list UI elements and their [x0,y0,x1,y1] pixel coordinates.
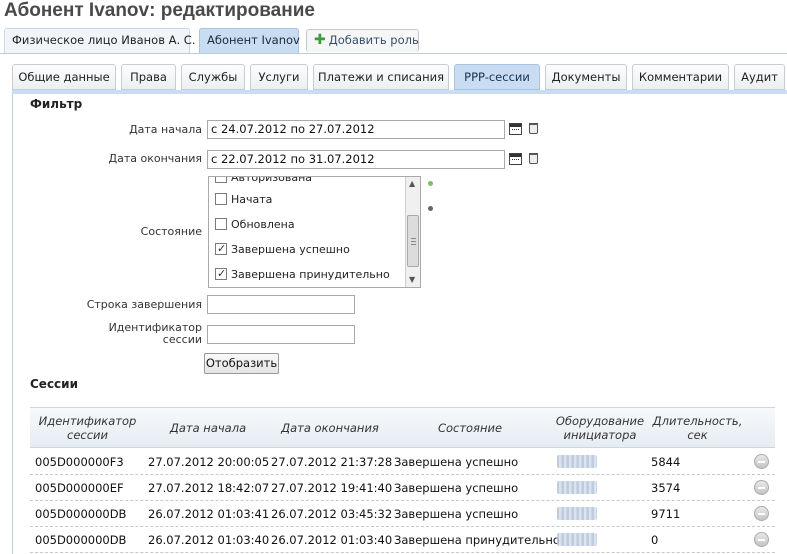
end-date-input[interactable]: с 22.07.2012 по 31.07.2012 [207,150,505,169]
tab-panel-accent [12,90,787,94]
remove-icon[interactable] [754,454,769,469]
checkbox-checked[interactable] [215,266,227,282]
state-option-finished-ok[interactable]: Завершена успешно [215,241,350,258]
tab-documents[interactable]: Документы [545,64,627,90]
scroll-thumb[interactable] [407,215,419,267]
redacted-equipment [557,533,597,546]
table-row[interactable]: 005D000000DB 26.07.2012 01:03:40 26.07.2… [30,527,775,553]
remove-icon[interactable] [754,480,769,495]
tab-subscriber[interactable]: Абонент Ivanov [199,28,300,53]
remove-icon[interactable] [754,506,769,521]
remove-icon[interactable] [754,532,769,547]
table-row[interactable]: 005D000000EF 27.07.2012 18:42:07 27.07.2… [30,475,775,501]
column-header-equipment[interactable]: Оборудование инициатора [550,414,650,442]
calendar-icon[interactable] [509,153,522,165]
tab-products[interactable]: Услуги [250,64,308,90]
clear-date-icon[interactable] [529,153,538,164]
checkbox[interactable] [215,193,227,205]
tabs-divider [0,53,787,54]
table-row[interactable]: 005D000000DB 26.07.2012 01:03:41 26.07.2… [30,501,775,527]
scroll-up-icon[interactable]: ▲ [409,179,415,188]
checkbox-checked[interactable] [215,241,227,257]
state-option-finished-forced[interactable]: Завершена принудительно [215,266,390,283]
status-dot-icon [428,206,433,211]
redacted-equipment [557,481,597,494]
state-option-authorized[interactable]: Авторизована [215,177,312,186]
status-dot-icon [428,181,433,186]
tab-physical-person[interactable]: Физическое лицо Иванов А. С. [4,28,196,53]
table-row[interactable]: 005D000000F3 27.07.2012 20:00:05 27.07.2… [30,449,775,475]
tab-general[interactable]: Общие данные [12,64,116,90]
start-date-input[interactable]: с 24.07.2012 по 27.07.2012 [207,120,505,139]
start-date-label: Дата начала [129,123,202,136]
add-role-label: Добавить роль [328,33,419,47]
redacted-equipment [557,507,597,520]
tab-rights[interactable]: Права [121,64,176,90]
state-label: Состояние [140,225,202,238]
checkbox[interactable] [215,177,227,183]
column-header-start[interactable]: Дата начала [148,421,268,435]
column-header-end[interactable]: Дата окончания [270,421,390,435]
state-list-scrollbar[interactable]: ▲ ▼ [405,177,420,287]
sessions-heading: Сессии [30,377,78,391]
tab-ppp-sessions[interactable]: PPP-сессии [454,64,540,90]
page-title: Абонент Ivanov: редактирование [4,0,315,21]
termination-label: Строка завершения [86,298,202,311]
scroll-down-icon[interactable]: ▼ [409,275,415,284]
add-role-button[interactable]: ✚ Добавить роль [306,29,419,52]
tab-payments[interactable]: Платежи и списания [313,64,449,90]
termination-input[interactable] [207,295,355,314]
column-header-session-id[interactable]: Идентификатор сессии [30,414,145,442]
state-option-updated[interactable]: Обновлена [215,217,295,233]
column-header-duration[interactable]: Длительность, сек [645,414,750,442]
end-date-label: Дата окончания [108,152,202,165]
plus-icon: ✚ [314,32,326,48]
redacted-equipment [557,455,597,468]
checkbox[interactable] [215,218,227,230]
column-header-state[interactable]: Состояние [395,421,545,435]
state-checkbox-list[interactable]: Авторизована Начата Обновлена Завершена … [208,176,421,288]
tab-comments[interactable]: Комментарии [632,64,729,90]
session-id-input[interactable] [207,325,355,344]
table-header: Идентификатор сессии Дата начала Дата око… [30,407,775,448]
session-id-label: Идентификатор сессии [108,321,202,346]
state-option-started[interactable]: Начата [215,192,272,208]
show-button[interactable]: Отобразить [204,353,279,374]
filter-heading: Фильтр [30,97,83,111]
clear-date-icon[interactable] [529,123,538,134]
tab-audit[interactable]: Аудит [734,64,785,90]
tab-services[interactable]: Службы [181,64,245,90]
calendar-icon[interactable] [509,123,522,135]
